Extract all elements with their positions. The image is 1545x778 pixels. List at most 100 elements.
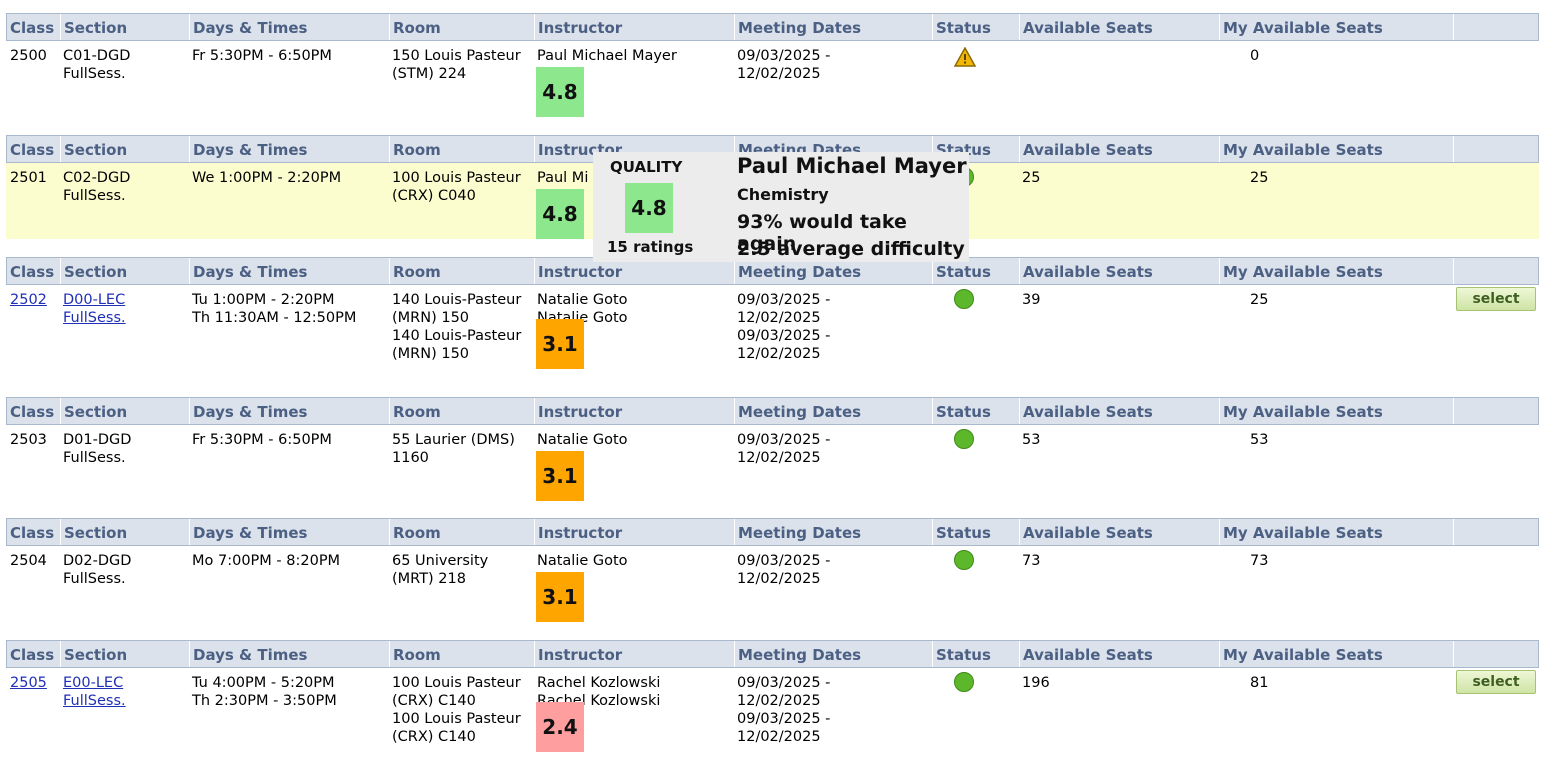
instructor-cell: Natalie Goto 3.1 [536, 552, 628, 622]
available-seats-header: Available Seats [1019, 258, 1219, 284]
available-seats-header: Available Seats [1019, 398, 1219, 424]
instructor-cell: Natalie Goto 3.1 [536, 431, 628, 501]
class-number-cell: 2501 [10, 169, 47, 187]
my-available-seats-cell: 53 [1250, 432, 1269, 448]
meeting-date: 12/02/2025 [737, 571, 821, 587]
meeting-dates-header: Meeting Dates [734, 14, 932, 40]
available-seats-cell: 73 [1022, 553, 1041, 569]
room-header: Room [389, 258, 534, 284]
room-cell: 55 Laurier (DMS) 1160 [392, 431, 515, 467]
room-line: 100 Louis Pasteur [392, 711, 521, 727]
room-line: 1160 [392, 450, 429, 466]
table-header: Class Section Days & Times Room Instructor Me… [6, 13, 1539, 41]
room-line: (CRX) C140 [392, 729, 476, 745]
select-header [1453, 14, 1538, 40]
section-code[interactable]: FullSess. [63, 309, 126, 327]
section-cell: C01-DGD FullSess. [63, 47, 130, 83]
select-button[interactable]: select [1456, 287, 1536, 311]
open-status-icon [954, 429, 974, 449]
meeting-time: Mo 7:00PM - 8:20PM [192, 553, 341, 569]
days-times-header: Days & Times [189, 14, 389, 40]
table-row: 2505 E00-LEC FullSess. Tu 4:00PM - 5:20PM Th… [6, 668, 1539, 778]
meeting-date: 09/03/2025 - [737, 48, 831, 64]
section-header: Section [60, 258, 189, 284]
room-line: 100 Louis Pasteur [392, 170, 521, 186]
instructor-header: Instructor [534, 519, 734, 545]
my-available-seats-cell: 73 [1250, 553, 1269, 569]
available-seats-header: Available Seats [1019, 14, 1219, 40]
section-cell: C02-DGD FullSess. [63, 169, 130, 205]
section-header: Section [60, 519, 189, 545]
room-cell: 100 Louis Pasteur (CRX) C040 [392, 169, 521, 205]
section-cell: D01-DGD FullSess. [63, 431, 131, 467]
instructor-header: Instructor [534, 14, 734, 40]
professor-department: Chemistry [737, 185, 829, 204]
section-block: Class Section Days & Times Room Instructor Me… [6, 397, 1539, 517]
my-available-seats-header: My Available Seats [1219, 258, 1453, 284]
room-line: (STM) 224 [392, 66, 467, 82]
room-cell: 65 University (MRT) 218 [392, 552, 488, 588]
meeting-time: Tu 1:00PM - 2:20PM [192, 292, 335, 308]
rating-badge[interactable]: 3.1 [536, 451, 584, 501]
quality-label: QUALITY [610, 158, 683, 176]
my-available-seats-header: My Available Seats [1219, 136, 1453, 162]
section-code: FullSess. [63, 450, 126, 466]
my-available-seats-header: My Available Seats [1219, 14, 1453, 40]
section-code[interactable]: FullSess. [63, 692, 126, 710]
section-cell: E00-LEC FullSess. [63, 674, 126, 710]
meeting-dates-cell: 09/03/2025 - 12/02/2025 [737, 431, 830, 467]
room-line: 140 Louis-Pasteur [392, 328, 522, 344]
select-header [1453, 398, 1538, 424]
section-block: Class Section Days & Times Room Instructor Me… [6, 13, 1539, 136]
rating-badge[interactable]: 3.1 [536, 572, 584, 622]
select-header [1453, 136, 1538, 162]
rating-badge[interactable]: 2.4 [536, 702, 584, 752]
class-number-cell: 2503 [10, 431, 47, 449]
room-header: Room [389, 398, 534, 424]
class-number-cell: 2502 [10, 291, 47, 309]
section-cell: D00-LEC FullSess. [63, 291, 126, 327]
room-line: (MRN) 150 [392, 346, 470, 362]
room-cell: 140 Louis-Pasteur (MRN) 150 140 Louis-Past… [392, 291, 521, 363]
available-seats-header: Available Seats [1019, 641, 1219, 667]
instructor-name: Rachel Kozlowski [537, 675, 661, 691]
available-seats-cell: 39 [1022, 292, 1041, 308]
room-header: Room [389, 519, 534, 545]
table-row: 2504 D02-DGD FullSess. Mo 7:00PM - 8:20PM 65… [6, 546, 1539, 638]
days-times-cell: Mo 7:00PM - 8:20PM [192, 552, 340, 570]
available-seats-header: Available Seats [1019, 136, 1219, 162]
room-cell: 150 Louis Pasteur (STM) 224 [392, 47, 521, 83]
rating-badge[interactable]: 4.8 [536, 189, 584, 239]
ratings-count: 15 ratings [607, 238, 694, 256]
open-status-icon [954, 550, 974, 570]
section-code: D02-DGD [63, 553, 132, 569]
available-seats-header: Available Seats [1019, 519, 1219, 545]
select-button[interactable]: select [1456, 670, 1536, 694]
section-block: Class Section Days & Times Room Instructor Me… [6, 640, 1539, 778]
class-number[interactable]: 2502 [10, 292, 47, 308]
average-difficulty: 2.5 average difficulty [737, 238, 965, 260]
section-code: C01-DGD [63, 48, 131, 64]
days-times-cell: Fr 5:30PM - 6:50PM [192, 431, 332, 449]
meeting-date: 12/02/2025 [737, 346, 821, 362]
days-times-header: Days & Times [189, 398, 389, 424]
my-available-seats-header: My Available Seats [1219, 641, 1453, 667]
section-header: Section [60, 14, 189, 40]
instructor-cell: Natalie Goto Natalie Goto 3.1 [536, 291, 628, 369]
class-number-cell: 2504 [10, 552, 47, 570]
rating-badge[interactable]: 4.8 [536, 67, 584, 117]
room-header: Room [389, 641, 534, 667]
meeting-date: 12/02/2025 [737, 450, 821, 466]
class-number[interactable]: 2505 [10, 675, 47, 691]
rating-badge[interactable]: 3.1 [536, 319, 584, 369]
my-available-seats-cell: 25 [1250, 170, 1269, 186]
select-header [1453, 641, 1538, 667]
meeting-date: 09/03/2025 - [737, 328, 831, 344]
meeting-date: 09/03/2025 - [737, 553, 831, 569]
section-code[interactable]: E00-LEC [63, 674, 126, 692]
section-code[interactable]: D00-LEC [63, 291, 126, 309]
room-line: (MRN) 150 [392, 310, 470, 326]
table-header: Class Section Days & Times Room Instructor Me… [6, 518, 1539, 546]
professor-rating-popup: QUALITY 4.8 15 ratings Paul Michael Maye… [593, 152, 969, 262]
days-times-header: Days & Times [189, 519, 389, 545]
